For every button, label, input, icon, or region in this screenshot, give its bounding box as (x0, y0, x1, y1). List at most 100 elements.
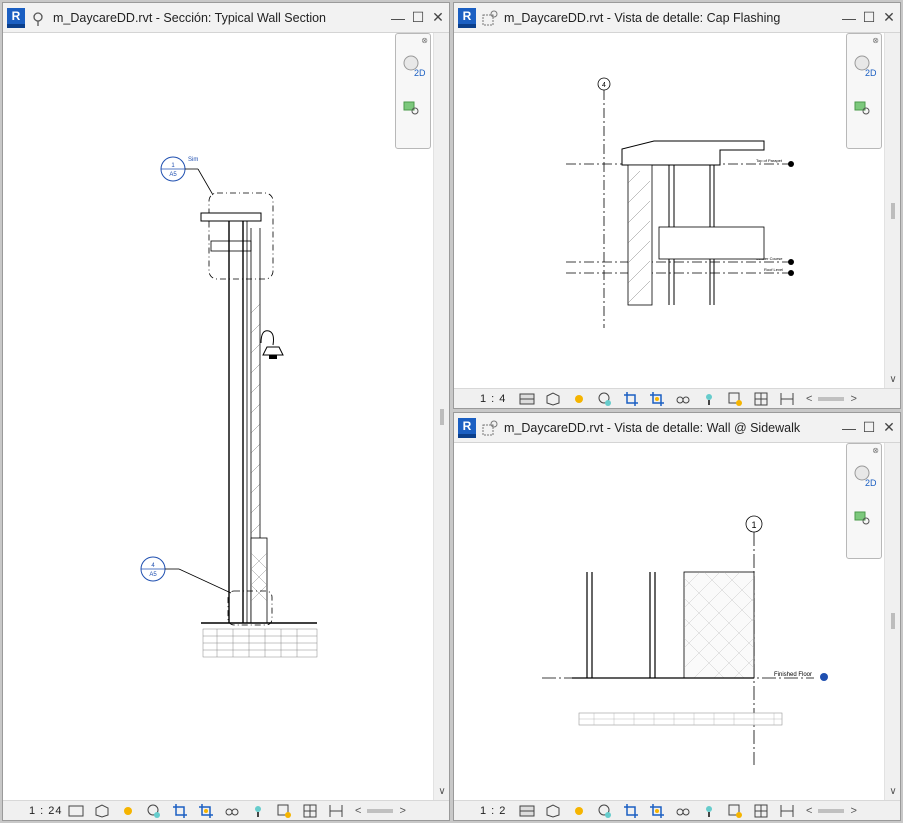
analytical-model-icon[interactable] (750, 803, 772, 819)
visual-style-icon[interactable] (91, 803, 113, 819)
navbar-2d-label: 2D (865, 68, 877, 78)
reveal-hidden-icon[interactable] (247, 803, 269, 819)
sidewalk-view-control-bar: 1 : 2 < > (454, 800, 900, 820)
reveal-constraints-icon[interactable] (776, 391, 798, 407)
maximize-button[interactable]: ☐ (409, 9, 427, 27)
callout-tag-bottom-sheet: A5 (149, 572, 157, 578)
navbar-close-icon[interactable]: ⊗ (872, 36, 879, 45)
section-scale[interactable]: 1 : 24 (3, 805, 65, 817)
sun-path-icon[interactable] (568, 391, 590, 407)
show-crop-region-icon[interactable] (646, 803, 668, 819)
minimize-button[interactable]: — (840, 419, 858, 437)
cap-drawing-canvas[interactable]: 4 Top of Parapet Soldier Course Roof Lev… (454, 33, 884, 388)
crop-view-icon[interactable] (620, 803, 642, 819)
section-drawing: 1 A5 Sim 4 A5 (140, 156, 318, 658)
navigation-bar[interactable]: 2D ⊗ (395, 33, 431, 149)
level-top-of-parapet: Top of Parapet (756, 158, 783, 163)
section-view-control-bar: 1 : 24 < > (3, 800, 449, 820)
shadows-icon[interactable] (143, 803, 165, 819)
reveal-hidden-icon[interactable] (698, 391, 720, 407)
sun-path-icon[interactable] (117, 803, 139, 819)
close-button[interactable]: ✕ (429, 9, 447, 27)
navbar-2d-label: 2D (865, 478, 877, 488)
sidewalk-window-title: m_DaycareDD.rvt - Vista de detalle: Wall… (504, 420, 801, 435)
maximize-button[interactable]: ☐ (860, 9, 878, 27)
navbar-close-icon[interactable]: ⊗ (421, 36, 428, 45)
detail-level-icon[interactable] (516, 391, 538, 407)
level-roof: Roof Level (764, 267, 783, 272)
temporary-view-properties-icon[interactable] (273, 803, 295, 819)
sidewalk-drawing: 1 Finished Floor (542, 515, 828, 765)
crop-view-icon[interactable] (620, 391, 642, 407)
cap-view-control-bar: 1 : 4 < > (454, 388, 900, 408)
detail-view-icon (482, 420, 498, 435)
cap-grid-label: 4 (602, 82, 606, 89)
callout-tag-top-number: 1 (171, 163, 175, 169)
cap-title-bar[interactable]: R m_DaycareDD.rvt - Vista de detalle: Ca… (454, 3, 900, 33)
sun-path-icon[interactable] (568, 803, 590, 819)
reveal-hidden-icon[interactable] (698, 803, 720, 819)
cap-flashing-window[interactable]: R m_DaycareDD.rvt - Vista de detalle: Ca… (453, 2, 901, 409)
close-button[interactable]: ✕ (880, 419, 898, 437)
callout-tag-bottom-number: 4 (151, 563, 155, 569)
visual-style-icon[interactable] (542, 391, 564, 407)
callout-tag-bottom[interactable]: 4 A5 (140, 556, 232, 594)
cap-vertical-scrollbar[interactable]: ∨ (884, 33, 900, 388)
cap-window-title: m_DaycareDD.rvt - Vista de detalle: Cap … (504, 10, 781, 25)
cap-drawing: 4 Top of Parapet Soldier Course Roof Lev… (566, 77, 794, 328)
sidewalk-title-bar[interactable]: R m_DaycareDD.rvt - Vista de detalle: Wa… (454, 413, 900, 443)
sidewalk-scale[interactable]: 1 : 2 (454, 805, 516, 817)
section-vertical-scrollbar[interactable]: ∨ (433, 33, 449, 800)
reveal-constraints-icon[interactable] (325, 803, 347, 819)
cap-horizontal-scrollbar[interactable]: < > (806, 393, 857, 405)
callout-tag-top-sheet: A5 (169, 172, 177, 178)
revit-logo-icon: R (458, 417, 476, 438)
section-drawing-canvas[interactable]: 1 A5 Sim 4 A5 2D ⊗ (3, 33, 433, 800)
temporary-hide-icon[interactable] (672, 803, 694, 819)
section-horizontal-scrollbar[interactable]: < > (355, 805, 406, 817)
shadows-icon[interactable] (594, 803, 616, 819)
minimize-button[interactable]: — (389, 9, 407, 27)
sidewalk-window[interactable]: R m_DaycareDD.rvt - Vista de detalle: Wa… (453, 412, 901, 821)
show-crop-region-icon[interactable] (195, 803, 217, 819)
callout-box-top[interactable] (208, 192, 274, 280)
section-title-bar[interactable]: R m_DaycareDD.rvt - Sección: Typical Wal… (3, 3, 449, 33)
visual-style-icon[interactable] (542, 803, 564, 819)
callout-tag-top[interactable]: 1 A5 Sim (160, 156, 214, 196)
show-crop-region-icon[interactable] (646, 391, 668, 407)
zoom-region-icon[interactable] (853, 100, 873, 116)
sidewalk-drawing-canvas[interactable]: 1 Finished Floor 2D ⊗ (454, 443, 884, 800)
revit-logo-icon: R (458, 7, 476, 28)
detail-view-icon (482, 10, 498, 25)
maximize-button[interactable]: ☐ (860, 419, 878, 437)
navbar-2d-label: 2D (414, 68, 426, 78)
section-window-title: m_DaycareDD.rvt - Sección: Typical Wall … (53, 10, 327, 25)
zoom-region-icon[interactable] (853, 510, 873, 526)
temporary-view-properties-icon[interactable] (724, 391, 746, 407)
navigation-bar[interactable]: 2D ⊗ (846, 443, 882, 559)
temporary-view-properties-icon[interactable] (724, 803, 746, 819)
sidewalk-horizontal-scrollbar[interactable]: < > (806, 805, 857, 817)
close-button[interactable]: ✕ (880, 9, 898, 27)
section-view-window[interactable]: R m_DaycareDD.rvt - Sección: Typical Wal… (2, 2, 450, 821)
zoom-region-icon[interactable] (402, 100, 422, 116)
detail-level-icon[interactable] (65, 803, 87, 819)
reveal-constraints-icon[interactable] (776, 803, 798, 819)
level-finished-floor: Finished Floor (774, 672, 812, 678)
crop-view-icon[interactable] (169, 803, 191, 819)
temporary-hide-icon[interactable] (672, 391, 694, 407)
sidewalk-grid-label: 1 (751, 520, 756, 530)
cap-scale[interactable]: 1 : 4 (454, 393, 516, 405)
temporary-hide-icon[interactable] (221, 803, 243, 819)
analytical-model-icon[interactable] (299, 803, 321, 819)
minimize-button[interactable]: — (840, 9, 858, 27)
detail-level-icon[interactable] (516, 803, 538, 819)
analytical-model-icon[interactable] (750, 391, 772, 407)
navigation-bar[interactable]: 2D ⊗ (846, 33, 882, 149)
callout-tag-top-label: Sim (188, 157, 198, 163)
sidewalk-vertical-scrollbar[interactable]: ∨ (884, 443, 900, 800)
section-view-icon (33, 11, 43, 26)
shadows-icon[interactable] (594, 391, 616, 407)
revit-logo-icon: R (7, 7, 25, 28)
navbar-close-icon[interactable]: ⊗ (872, 446, 879, 455)
